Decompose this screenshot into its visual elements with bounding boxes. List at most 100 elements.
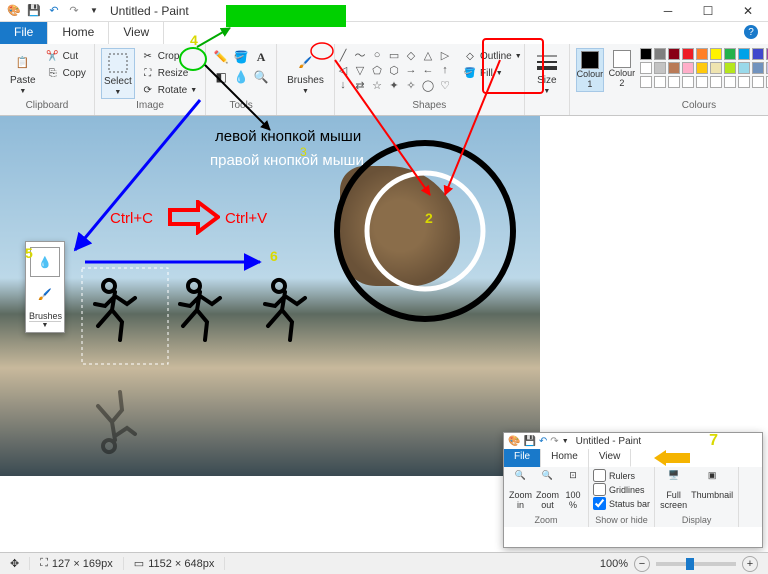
palette-swatch[interactable] bbox=[640, 62, 652, 74]
annot-7: 7 bbox=[709, 432, 718, 450]
redo-icon[interactable]: ↷ bbox=[66, 3, 82, 19]
zoom-100-button[interactable]: ⊡100 % bbox=[562, 469, 584, 515]
mini-titlebar: 🎨 💾 ↶ ↷ ▼ Untitled - Paint bbox=[504, 433, 762, 449]
picker-tool[interactable]: 💧 bbox=[232, 68, 250, 86]
palette-swatch[interactable] bbox=[640, 48, 652, 60]
close-button[interactable]: ✕ bbox=[728, 0, 768, 22]
palette-swatch[interactable] bbox=[738, 48, 750, 60]
tab-view[interactable]: View bbox=[109, 22, 164, 44]
palette-swatch[interactable] bbox=[668, 62, 680, 74]
fullscreen-button[interactable]: 🖥️Full screen bbox=[659, 469, 688, 515]
group-tools: ✏️ 🪣 A ◧ 💧 🔍 Tools bbox=[206, 44, 277, 115]
fill-tool[interactable]: 🪣 bbox=[232, 48, 250, 66]
palette-swatch[interactable] bbox=[696, 76, 708, 88]
pencil-tool[interactable]: ✏️ bbox=[212, 48, 230, 66]
mini-tab-home[interactable]: Home bbox=[541, 449, 589, 467]
palette-swatch[interactable] bbox=[654, 76, 666, 88]
help-icon[interactable]: ? bbox=[744, 25, 758, 39]
colour-2-swatch bbox=[613, 50, 631, 68]
rotate-button[interactable]: ⟳Rotate▼ bbox=[139, 82, 199, 98]
shapes-gallery[interactable]: ╱〜○▭◇△▷ ◁▽⬠⬡→←↑ ↓⇄☆✦✧◯♡ bbox=[335, 48, 453, 92]
colour-1-slot[interactable]: Colour 1 bbox=[576, 48, 604, 92]
palette-swatch[interactable] bbox=[668, 76, 680, 88]
palette-swatch[interactable] bbox=[710, 76, 722, 88]
palette-swatch[interactable] bbox=[738, 76, 750, 88]
group-colours: Colour 1 Colour 2 🎨 Edit colours Colours bbox=[570, 44, 768, 115]
colour-palette[interactable] bbox=[640, 48, 768, 88]
mini-tab-view[interactable]: View bbox=[589, 449, 632, 467]
canvas[interactable] bbox=[0, 116, 540, 476]
palette-swatch[interactable] bbox=[724, 62, 736, 74]
fill-icon: 🪣 bbox=[463, 66, 477, 80]
zoom-value: 100% bbox=[600, 558, 628, 570]
window-title: Untitled - Paint bbox=[110, 4, 189, 18]
zoom-100-icon: ⊡ bbox=[563, 470, 583, 490]
rotate-icon: ⟳ bbox=[141, 83, 155, 97]
annot-4: 4 bbox=[190, 32, 198, 48]
resize-button[interactable]: ⛶Resize bbox=[139, 65, 199, 81]
palette-swatch[interactable] bbox=[724, 48, 736, 60]
gridlines-checkbox[interactable]: Gridlines bbox=[593, 483, 650, 496]
group-clipboard: 📋 Paste ▼ ✂️Cut ⎘Copy Clipboard bbox=[0, 44, 95, 115]
cut-button[interactable]: ✂️Cut bbox=[44, 48, 88, 64]
resize-icon: ⛶ bbox=[141, 66, 155, 80]
crop-button[interactable]: ✂Crop bbox=[139, 48, 199, 64]
palette-swatch[interactable] bbox=[654, 48, 666, 60]
annot-6: 6 bbox=[270, 248, 278, 264]
statusbar-checkbox[interactable]: Status bar bbox=[593, 497, 650, 510]
mini-undo-icon[interactable]: ↶ bbox=[539, 436, 547, 447]
picker-popup-icon[interactable]: 💧 bbox=[30, 247, 60, 277]
qat-dropdown-icon[interactable]: ▼ bbox=[86, 3, 102, 19]
runner-2 bbox=[175, 276, 225, 356]
palette-swatch[interactable] bbox=[640, 76, 652, 88]
zoom-plus-button[interactable]: + bbox=[742, 556, 758, 572]
palette-swatch[interactable] bbox=[668, 48, 680, 60]
palette-swatch[interactable] bbox=[682, 76, 694, 88]
brush-popup-icon[interactable]: 🖌️ bbox=[30, 279, 60, 309]
palette-swatch[interactable] bbox=[752, 62, 764, 74]
thumbnail-button[interactable]: ▣Thumbnail bbox=[690, 469, 734, 515]
zoom-in-button[interactable]: 🔍Zoom in bbox=[508, 469, 533, 515]
colour-2-slot[interactable]: Colour 2 bbox=[608, 48, 636, 92]
palette-swatch[interactable] bbox=[752, 48, 764, 60]
thumbnail-icon: ▣ bbox=[702, 470, 722, 490]
zoom-slider[interactable] bbox=[656, 562, 736, 566]
palette-swatch[interactable] bbox=[696, 48, 708, 60]
tab-home[interactable]: Home bbox=[48, 22, 109, 44]
maximize-button[interactable]: ☐ bbox=[688, 0, 728, 22]
popup-dropdown[interactable]: ▼ bbox=[29, 321, 61, 329]
mini-tab-file[interactable]: File bbox=[504, 449, 541, 467]
colour-1-swatch bbox=[581, 51, 599, 69]
paste-button[interactable]: 📋 Paste ▼ bbox=[6, 48, 40, 97]
undo-icon[interactable]: ↶ bbox=[46, 3, 62, 19]
palette-swatch[interactable] bbox=[752, 76, 764, 88]
palette-swatch[interactable] bbox=[682, 48, 694, 60]
rulers-checkbox[interactable]: Rulers bbox=[593, 469, 650, 482]
palette-swatch[interactable] bbox=[710, 62, 722, 74]
tab-file[interactable]: File bbox=[0, 22, 48, 44]
mini-redo-icon[interactable]: ↷ bbox=[550, 436, 558, 447]
palette-swatch[interactable] bbox=[654, 62, 666, 74]
zoom-out-button[interactable]: 🔍Zoom out bbox=[535, 469, 560, 515]
cut-icon: ✂️ bbox=[46, 49, 60, 63]
mini-group-zoom: 🔍Zoom in 🔍Zoom out ⊡100 % Zoom bbox=[504, 467, 589, 527]
minimize-button[interactable]: ─ bbox=[648, 0, 688, 22]
palette-swatch[interactable] bbox=[724, 76, 736, 88]
select-button[interactable]: Select ▼ bbox=[101, 48, 135, 99]
save-icon[interactable]: 💾 bbox=[26, 3, 42, 19]
text-tool[interactable]: A bbox=[252, 48, 270, 66]
magnifier-tool[interactable]: 🔍 bbox=[252, 68, 270, 86]
outline-icon: ◇ bbox=[463, 49, 477, 63]
brushes-button[interactable]: 🖌️ Brushes ▼ bbox=[283, 48, 328, 97]
palette-swatch[interactable] bbox=[696, 62, 708, 74]
palette-swatch[interactable] bbox=[682, 62, 694, 74]
palette-swatch[interactable] bbox=[738, 62, 750, 74]
green-rect bbox=[226, 5, 346, 27]
palette-swatch[interactable] bbox=[710, 48, 722, 60]
quick-access-toolbar: 🎨 💾 ↶ ↷ ▼ bbox=[0, 3, 102, 19]
ribbon: 📋 Paste ▼ ✂️Cut ⎘Copy Clipboard Select ▼… bbox=[0, 44, 768, 116]
mini-save-icon[interactable]: 💾 bbox=[523, 436, 535, 447]
eraser-tool[interactable]: ◧ bbox=[212, 68, 230, 86]
copy-button[interactable]: ⎘Copy bbox=[44, 65, 88, 81]
zoom-minus-button[interactable]: − bbox=[634, 556, 650, 572]
